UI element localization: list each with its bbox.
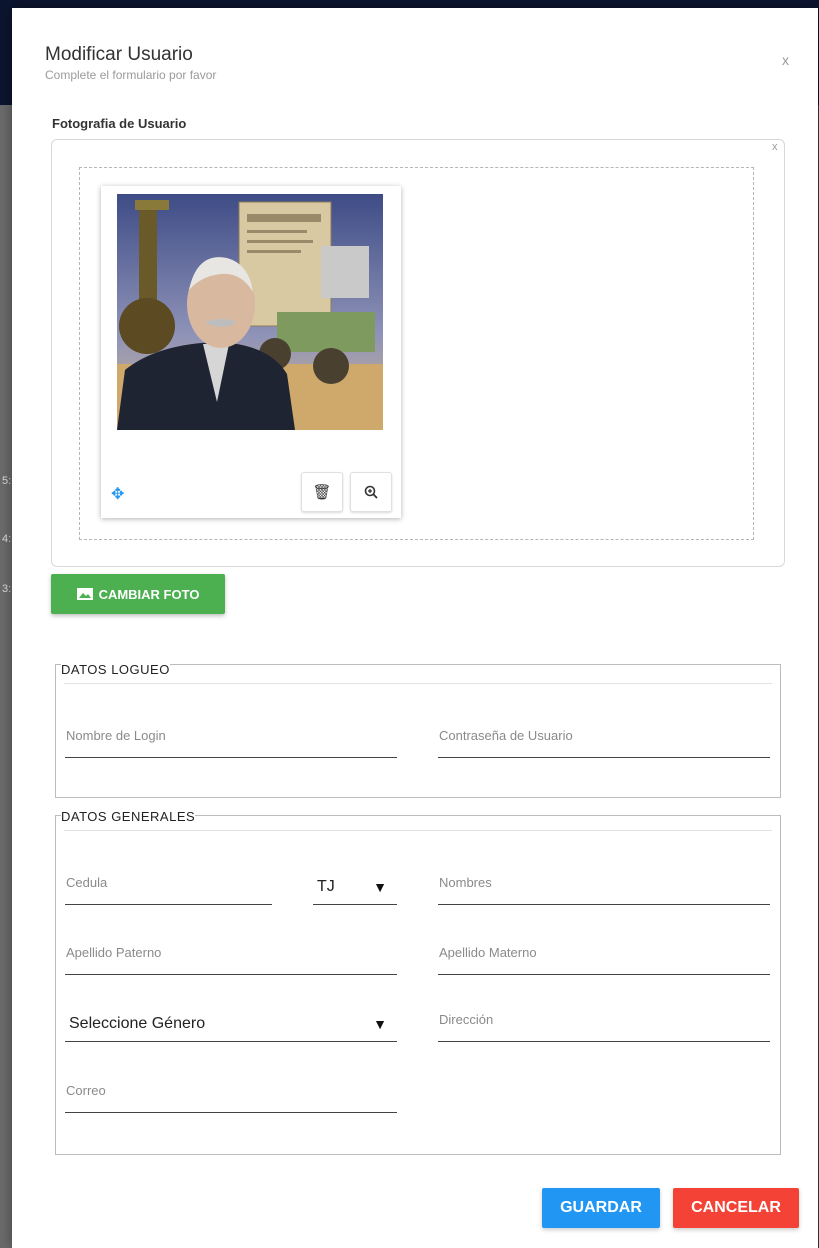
page-backdrop-side: 5: 4: 3: xyxy=(0,105,12,1248)
dropdown-arrow-icon: ▼ xyxy=(373,879,387,895)
cancel-button[interactable]: CANCELAR xyxy=(673,1188,799,1228)
login-name-field[interactable]: Nombre de Login xyxy=(65,723,397,758)
change-photo-label: CAMBIAR FOTO xyxy=(98,586,200,602)
modal-subtitle: Complete el formulario por favor xyxy=(45,68,217,82)
dropdown-arrow-icon: ▼ xyxy=(373,1016,387,1032)
gender-select[interactable]: Seleccione Género ▼ xyxy=(65,1007,397,1042)
backdrop-row-number: 5: xyxy=(2,475,12,487)
modal-close-button[interactable]: x xyxy=(782,52,789,68)
correo-field[interactable]: Correo xyxy=(65,1078,397,1113)
backdrop-row-number: 3: xyxy=(2,583,12,595)
image-icon xyxy=(76,588,93,600)
general-legend: DATOS GENERALES xyxy=(61,809,196,824)
nombres-field[interactable]: Nombres xyxy=(438,870,770,905)
move-icon[interactable]: ✥ xyxy=(111,484,124,504)
login-legend: DATOS LOGUEO xyxy=(61,662,170,677)
backdrop-row-number: 4: xyxy=(2,533,12,545)
apellido-materno-field[interactable]: Apellido Materno xyxy=(438,940,770,975)
change-photo-button[interactable]: CAMBIAR FOTO xyxy=(51,574,225,614)
modal-title: Modificar Usuario xyxy=(45,44,193,65)
apellido-paterno-field[interactable]: Apellido Paterno xyxy=(65,940,397,975)
direccion-field[interactable]: Dirección xyxy=(438,1007,770,1042)
user-photo xyxy=(117,194,383,430)
photo-section-label: Fotografia de Usuario xyxy=(52,116,187,131)
photo-preview-card: ✥ 🗑 xyxy=(101,186,401,518)
cedula-field[interactable]: Cedula xyxy=(65,870,272,905)
password-field[interactable]: Contraseña de Usuario xyxy=(438,723,770,758)
legend-rule xyxy=(64,683,772,684)
legend-rule xyxy=(64,830,772,831)
zoom-in-icon[interactable] xyxy=(350,472,392,512)
save-button[interactable]: GUARDAR xyxy=(542,1188,660,1228)
edit-user-modal: Modificar Usuario Complete el formulario… xyxy=(12,8,818,1248)
photo-box-close-button[interactable]: x xyxy=(772,141,778,153)
trash-icon[interactable]: 🗑 xyxy=(301,472,343,512)
cedula-type-select[interactable]: TJ ▼ xyxy=(313,870,397,905)
